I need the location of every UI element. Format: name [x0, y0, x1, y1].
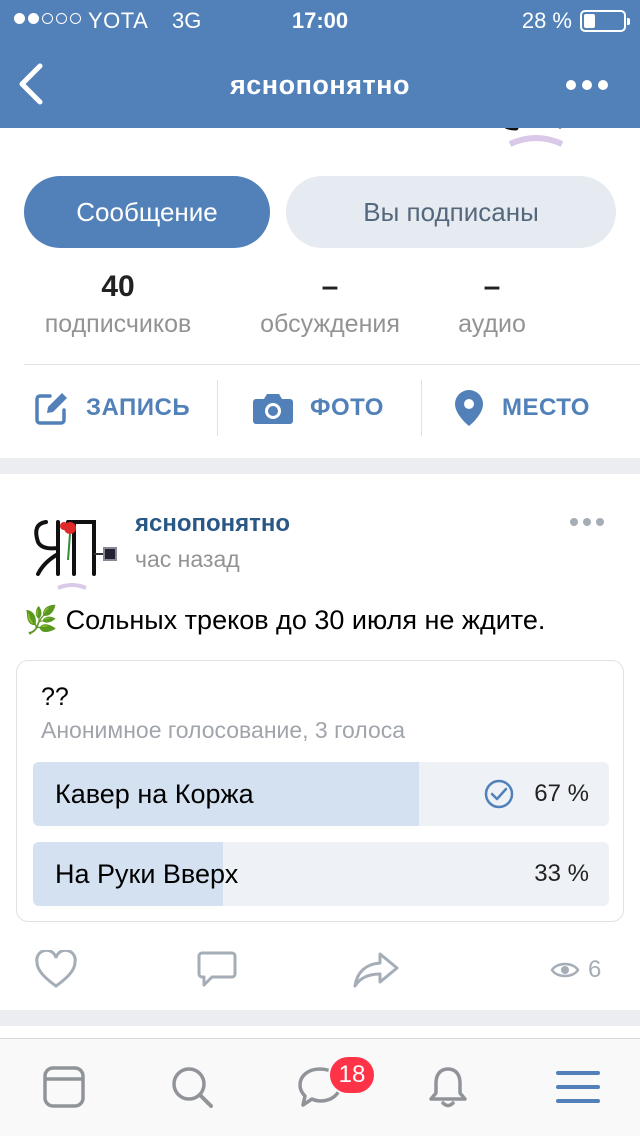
- poll-option[interactable]: Кавер на Коржа 67 %: [33, 762, 609, 826]
- post-options-button[interactable]: [570, 518, 604, 526]
- views-count: 6: [588, 956, 602, 983]
- poll-question: ??: [41, 683, 69, 711]
- post-time: час назад: [135, 546, 240, 572]
- news-feed-icon: [43, 1066, 85, 1108]
- subscribed-button[interactable]: Вы подписаны: [286, 176, 616, 248]
- bell-icon: [429, 1067, 467, 1108]
- more-options-button[interactable]: [566, 80, 608, 90]
- views-counter: 6: [550, 940, 601, 1000]
- message-button[interactable]: Сообщение: [24, 176, 270, 248]
- divider: [421, 380, 422, 436]
- poll-option-percent: 67 %: [534, 780, 589, 807]
- post-author[interactable]: яснопонятно: [135, 510, 290, 538]
- top-bar: YOTA 3G 17:00 28 % яснопонятно: [0, 0, 640, 128]
- place-action[interactable]: МЕСТО: [452, 378, 590, 438]
- tab-notifications[interactable]: [424, 1063, 472, 1111]
- counter-label: аудио: [458, 310, 526, 338]
- poll-meta: Анонимное голосование, 3 голоса: [41, 717, 406, 743]
- profile-counters: 40 подписчиков – обсуждения – аудио: [0, 268, 640, 348]
- camera-icon: [253, 394, 293, 424]
- page-title: яснопонятно: [230, 70, 410, 100]
- poll: ?? Анонимное голосование, 3 голоса Кавер…: [16, 660, 624, 922]
- tab-menu[interactable]: [554, 1063, 602, 1111]
- counter-label: подписчиков: [44, 310, 192, 338]
- counter-value: –: [483, 270, 501, 303]
- action-label: МЕСТО: [502, 394, 590, 421]
- tab-bar: 18: [0, 1038, 640, 1136]
- post-text-body: Сольных треков до 30 июля не ждите.: [65, 604, 546, 635]
- poll-option-percent: 33 %: [534, 860, 589, 887]
- tab-search[interactable]: [168, 1063, 216, 1111]
- divider: [24, 364, 640, 365]
- community-logo: [24, 498, 120, 594]
- like-button[interactable]: [34, 940, 78, 1000]
- poll-option-text: Кавер на Коржа: [55, 779, 254, 809]
- post-text: 🌿 Сольных треков до 30 июля не ждите.: [24, 604, 545, 636]
- divider: [217, 380, 218, 436]
- leaf-emoji: 🌿: [24, 605, 58, 635]
- action-label: ФОТО: [310, 394, 384, 421]
- messages-badge: 18: [328, 1055, 376, 1095]
- avatar[interactable]: [24, 498, 120, 594]
- battery-icon: [580, 10, 630, 32]
- counter-value: –: [321, 270, 339, 303]
- check-circle-icon: [484, 779, 514, 809]
- search-icon: [172, 1067, 213, 1108]
- poll-option-text: На Руки Вверх: [55, 859, 239, 889]
- counter-value: 40: [101, 270, 135, 303]
- menu-icon: [556, 1071, 600, 1103]
- action-label: ЗАПИСЬ: [86, 394, 191, 421]
- quick-actions: ЗАПИСЬ ФОТО МЕСТО: [0, 378, 640, 438]
- wall-post: яснопонятно час назад 🌿 Сольных треков д…: [0, 474, 640, 1010]
- comment-button[interactable]: [196, 940, 238, 1000]
- navigation-bar: яснопонятно: [0, 40, 640, 128]
- battery-percent: 28 %: [521, 8, 572, 33]
- counter-followers[interactable]: 40 подписчиков: [20, 268, 216, 339]
- counter-label: обсуждения: [260, 310, 400, 338]
- avatar-bottom-edge: [504, 128, 564, 147]
- tab-news[interactable]: [40, 1063, 88, 1111]
- share-arrow-icon: [353, 952, 399, 988]
- share-button[interactable]: [352, 940, 400, 1000]
- location-pin-icon: [455, 390, 483, 426]
- status-bar: YOTA 3G 17:00 28 %: [0, 0, 640, 40]
- edit-icon: [35, 393, 67, 425]
- heart-icon: [35, 950, 77, 988]
- new-post-action[interactable]: ЗАПИСЬ: [34, 378, 190, 438]
- profile-card: Сообщение Вы подписаны 40 подписчиков – …: [0, 128, 640, 458]
- counter-discussions[interactable]: – обсуждения: [238, 268, 422, 339]
- comment-icon: [197, 951, 237, 987]
- counter-audio[interactable]: – аудио: [432, 268, 552, 339]
- eye-icon: [550, 962, 580, 978]
- post-footer: 6: [0, 940, 640, 1000]
- poll-option[interactable]: На Руки Вверх 33 %: [33, 842, 609, 906]
- photo-action[interactable]: ФОТО: [252, 378, 384, 438]
